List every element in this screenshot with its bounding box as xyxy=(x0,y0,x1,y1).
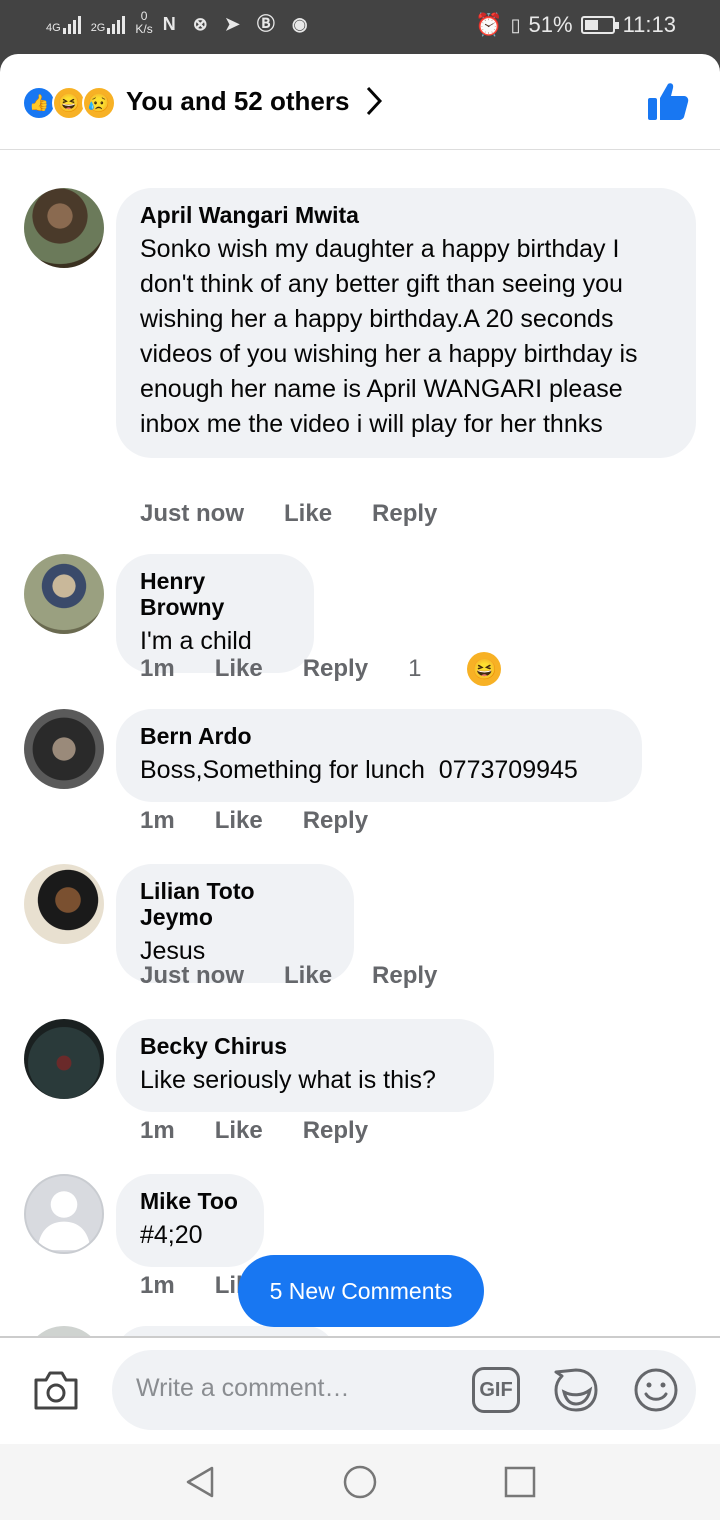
comment-actions: 1m Like Reply 1 😆 xyxy=(140,652,581,686)
net-speed: 0 K/s xyxy=(135,9,153,36)
avatar[interactable] xyxy=(24,554,104,634)
comment-text: Like seriously what is this? xyxy=(140,1066,436,1094)
comment-composer: Write a comment… GIF xyxy=(0,1336,720,1444)
commenter-name[interactable]: Lilian Toto Jeymo xyxy=(140,878,330,930)
haha-icon: 😆 xyxy=(52,86,86,120)
comment-time: 1m xyxy=(140,807,175,834)
reaction-summary[interactable]: 👍 😆 😥 xyxy=(22,86,116,120)
system-nav-bar xyxy=(0,1444,720,1520)
comment-text: Boss,Something for lunch 0773709945 xyxy=(140,756,578,784)
avatar[interactable] xyxy=(24,864,104,944)
comment-input[interactable]: Write a comment… GIF xyxy=(112,1350,696,1430)
signal-icon xyxy=(107,12,126,34)
reactors-label[interactable]: You and 52 others xyxy=(126,86,349,117)
sad-icon: 😥 xyxy=(82,86,116,120)
signal-icon xyxy=(62,12,81,34)
reply-button[interactable]: Reply xyxy=(303,807,368,835)
comment-text: Sonko wish my daughter a happy birthday … xyxy=(140,235,638,438)
like-thumb-icon[interactable] xyxy=(646,80,690,124)
clock: 11:13 xyxy=(622,12,676,37)
comment-actions: 1m Like Reply xyxy=(140,807,408,835)
new-comments-button[interactable]: 5 New Comments xyxy=(238,1255,484,1327)
avatar[interactable] xyxy=(24,188,104,268)
status-left: 4G 2G 0 K/s N ⊗ ➤ Ⓑ ◉ xyxy=(46,10,314,36)
camera-icon[interactable] xyxy=(32,1368,80,1412)
battery-fill xyxy=(584,20,598,30)
status-bar: 4G 2G 0 K/s N ⊗ ➤ Ⓑ ◉ ⏰ ▯ 51% 11:13 xyxy=(0,0,720,56)
haha-icon: 😆 xyxy=(467,652,502,686)
battery-icon xyxy=(580,16,619,34)
default-avatar-icon xyxy=(37,1191,91,1251)
comment-actions: Just now Like Reply xyxy=(140,500,477,528)
comment-bubble[interactable]: Mike Too #4;20 xyxy=(116,1174,264,1267)
chevron-right-icon[interactable] xyxy=(364,84,384,118)
comment-time: Just now xyxy=(140,962,245,989)
back-icon[interactable] xyxy=(182,1464,218,1500)
emoji-icon[interactable] xyxy=(632,1366,680,1414)
signal-4g: 4G xyxy=(46,12,81,34)
reply-button[interactable]: Reply xyxy=(303,655,368,683)
comment-bubble[interactable]: April Wangari Mwita Sonko wish my daught… xyxy=(116,188,696,458)
comment-bubble[interactable]: Becky Chirus Like seriously what is this… xyxy=(116,1019,494,1112)
vibrate-icon: ▯ xyxy=(510,14,521,35)
status-right: ⏰ ▯ 51% 11:13 xyxy=(475,12,676,38)
signal-2g: 2G xyxy=(91,12,126,34)
comment-actions: 1m Like Reply xyxy=(140,1117,408,1145)
reply-button[interactable]: Reply xyxy=(372,962,437,990)
avatar[interactable] xyxy=(24,1174,104,1254)
recents-icon[interactable] xyxy=(502,1464,538,1500)
reply-button[interactable]: Reply xyxy=(303,1117,368,1145)
like-icon: 👍 xyxy=(22,86,56,120)
reply-button[interactable]: Reply xyxy=(372,500,437,528)
gif-button[interactable]: GIF xyxy=(472,1367,520,1413)
comment-placeholder[interactable]: Write a comment… xyxy=(136,1374,349,1403)
alarm-icon: ⏰ xyxy=(475,12,503,37)
like-button[interactable]: Like xyxy=(215,1117,263,1145)
commenter-name[interactable]: April Wangari Mwita xyxy=(140,202,672,228)
like-button[interactable]: Like xyxy=(284,962,332,990)
home-icon[interactable] xyxy=(342,1464,378,1500)
like-button[interactable]: Like xyxy=(215,807,263,835)
battery-percent: 51% xyxy=(528,12,573,37)
comment-time: Just now xyxy=(140,500,245,527)
like-button[interactable]: Like xyxy=(284,500,332,528)
comments-sheet: 👍 😆 😥 You and 52 others April Wangari Mw… xyxy=(0,54,720,1520)
comment-time: 1m xyxy=(140,1272,175,1299)
comment-time: 1m xyxy=(140,1117,175,1144)
sticker-icon[interactable] xyxy=(552,1366,600,1414)
reaction-count[interactable]: 1 😆 xyxy=(408,652,541,686)
commenter-name[interactable]: Bern Ardo xyxy=(140,723,618,749)
comment-bubble[interactable]: Bern Ardo Boss,Something for lunch 07737… xyxy=(116,709,642,802)
commenter-name[interactable]: Mike Too xyxy=(140,1188,240,1214)
commenter-name[interactable]: Becky Chirus xyxy=(140,1033,470,1059)
reactions-header[interactable]: 👍 😆 😥 You and 52 others xyxy=(0,54,720,150)
avatar[interactable] xyxy=(24,1019,104,1099)
avatar[interactable] xyxy=(24,709,104,789)
notification-icons: N ⊗ ➤ Ⓑ ◉ xyxy=(162,14,314,34)
comment-actions: Just now Like Reply xyxy=(140,962,477,990)
comment-time: 1m xyxy=(140,655,175,682)
comment-text: #4;20 xyxy=(140,1221,203,1249)
like-button[interactable]: Like xyxy=(215,655,263,683)
commenter-name[interactable]: Henry Browny xyxy=(140,568,290,620)
